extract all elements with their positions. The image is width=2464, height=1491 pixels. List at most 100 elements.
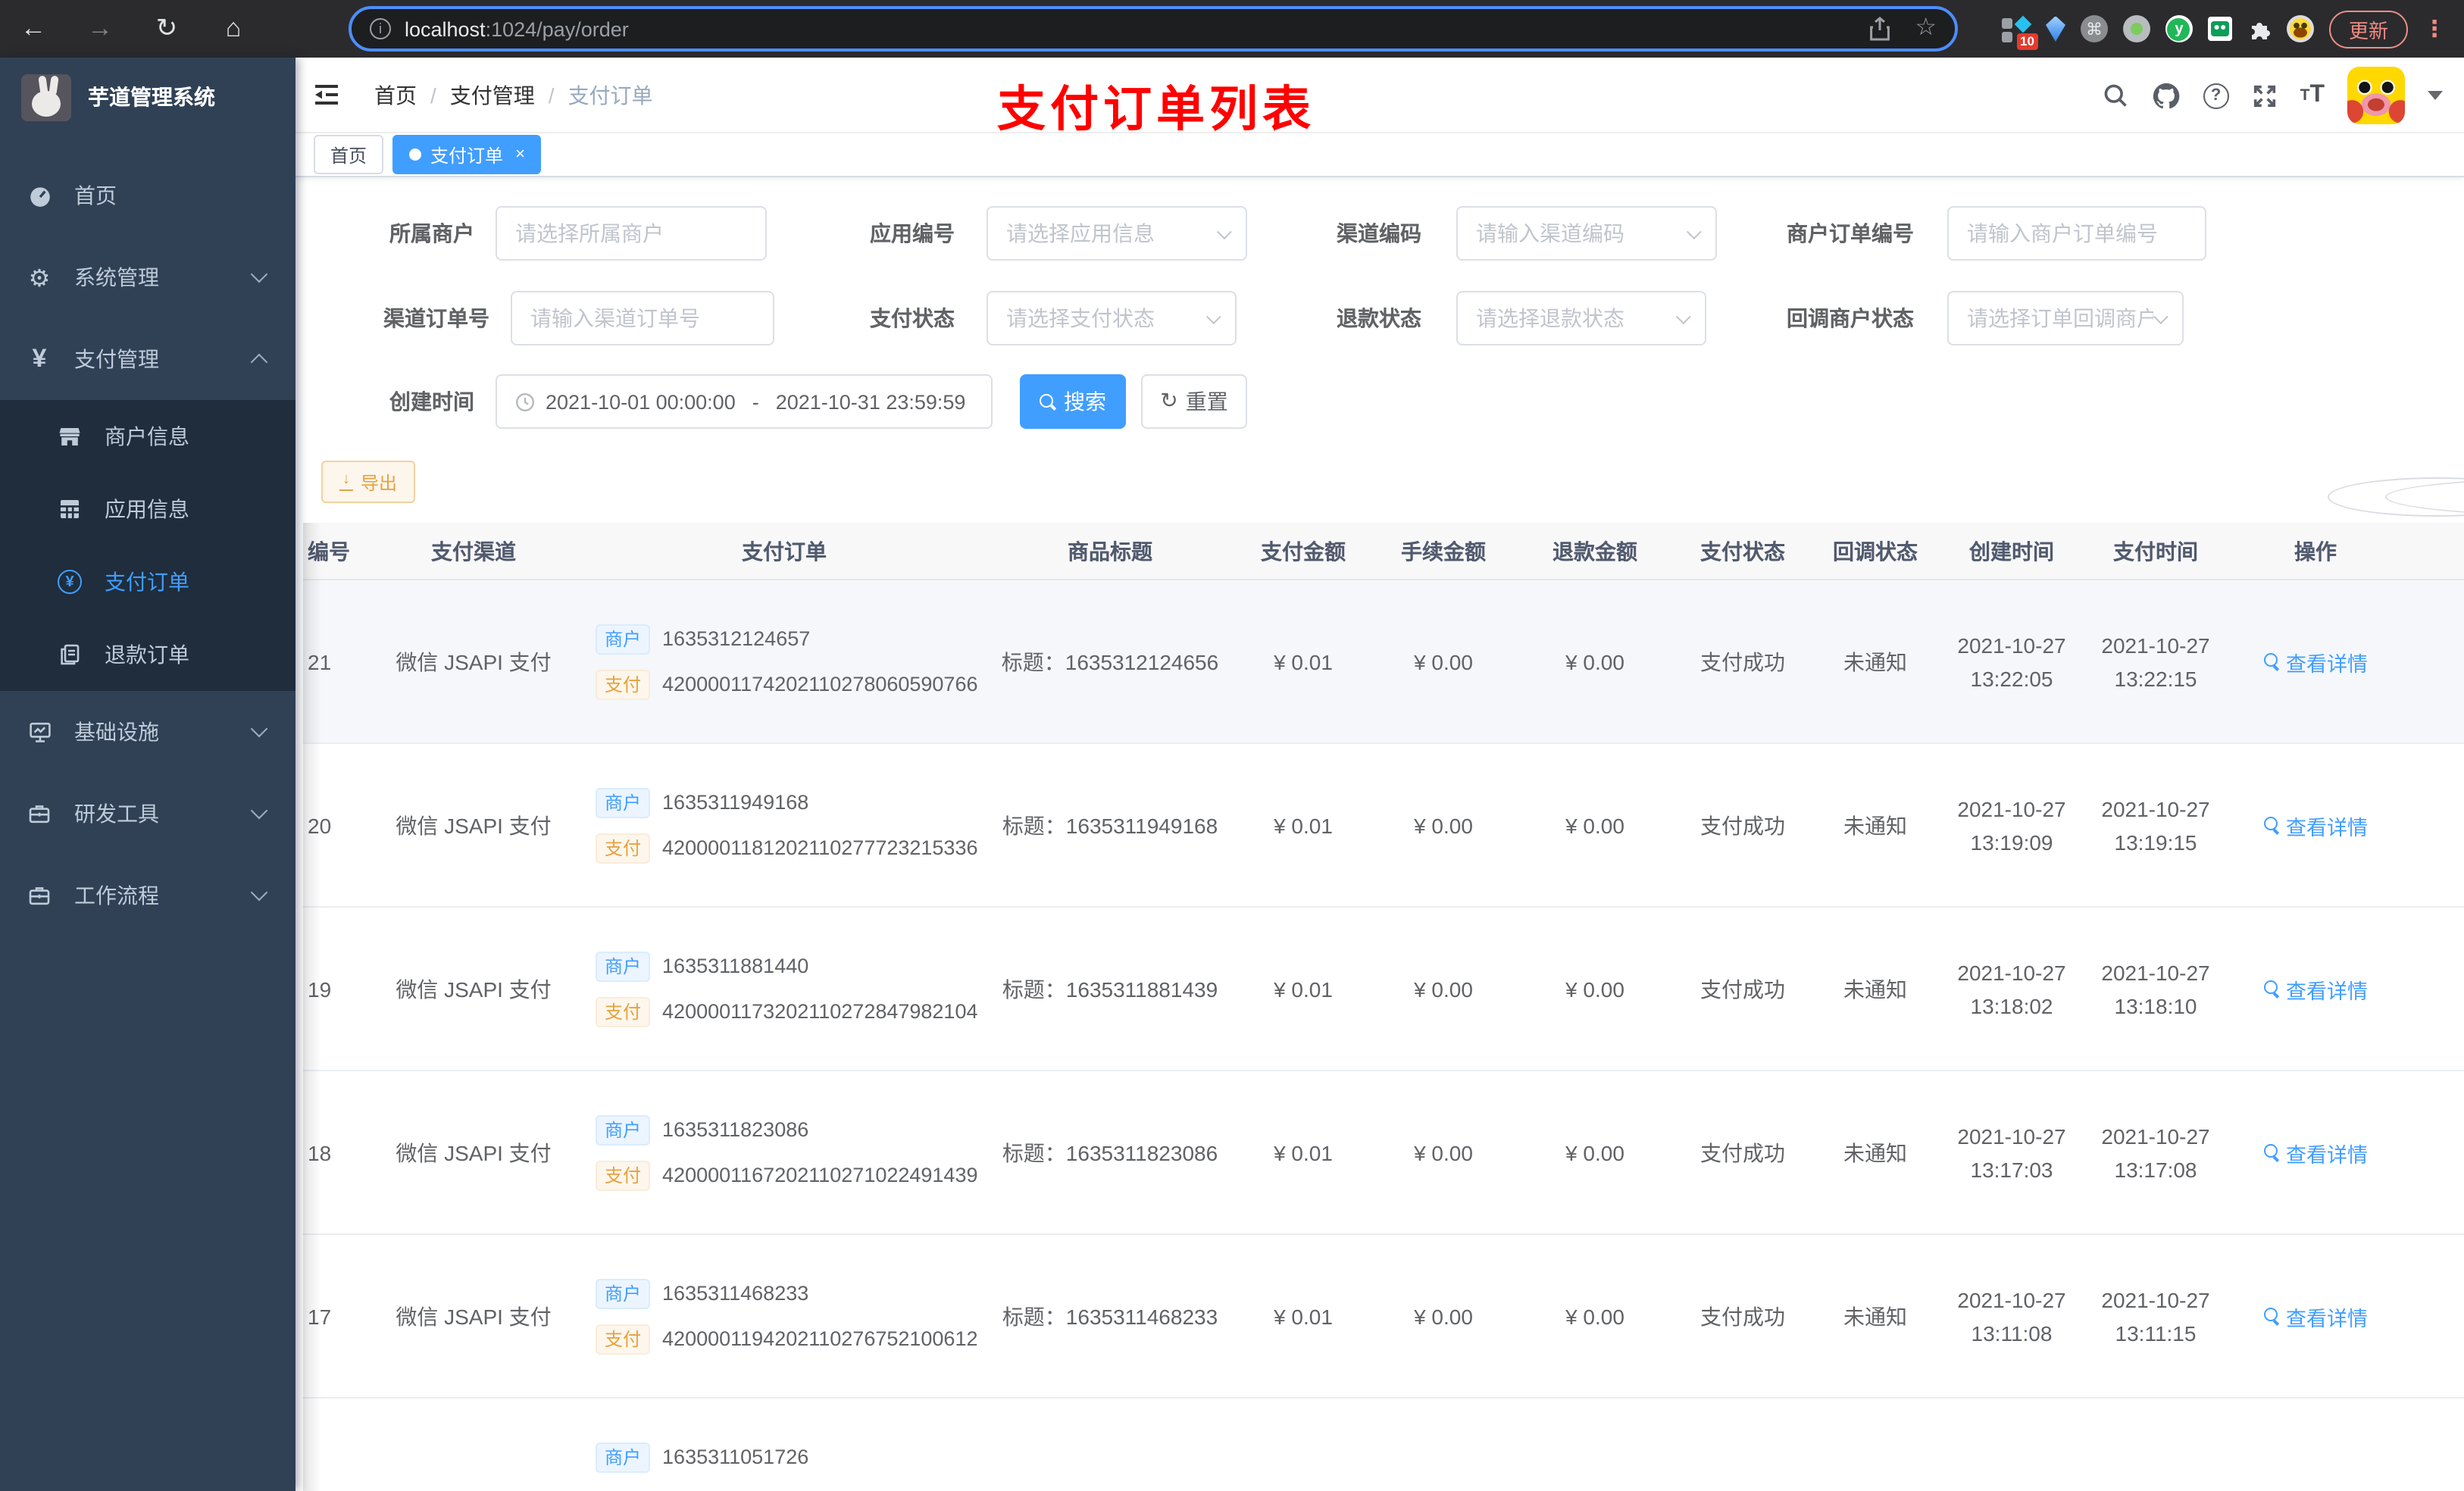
sidebar-item-payment[interactable]: ¥ 支付管理 [0, 318, 295, 400]
extension-command-icon[interactable]: ⌘ [2080, 15, 2108, 42]
app-logo-row[interactable]: 芋道管理系统 [0, 58, 295, 136]
view-detail-link[interactable]: 查看详情 [2263, 974, 2368, 1004]
share-icon[interactable] [1868, 17, 1890, 41]
tab-pay-order[interactable]: 支付订单 × [392, 135, 542, 174]
export-button[interactable]: ↓ 导出 [321, 461, 416, 503]
extensions-area: 10 ⌘ y ●● 更新 ⋮ [2001, 0, 2446, 58]
cell-fee: ¥ 0.00 [1414, 813, 1473, 837]
channel-order-no-input[interactable] [511, 291, 774, 345]
view-detail-link[interactable]: 查看详情 [2263, 1301, 2368, 1331]
browser-forward-icon[interactable]: → [79, 0, 121, 58]
magnifier-icon [2263, 817, 2280, 833]
sidebar-item-home[interactable]: 首页 [0, 155, 295, 236]
extension-chat-icon[interactable]: ●● [2207, 17, 2232, 41]
sidebar-item-workflow[interactable]: 工作流程 [0, 855, 295, 936]
cell-pay-status: 支付成功 [1700, 813, 1785, 837]
browser-home-icon[interactable]: ⌂ [212, 0, 255, 58]
sidebar-item-label: 应用信息 [105, 497, 189, 521]
filter-merchant-order-no: 商户订单编号 [1743, 206, 2206, 261]
sidebar-item-system[interactable]: ⚙ 系统管理 [0, 236, 295, 318]
github-icon[interactable] [2152, 81, 2181, 110]
sidebar-fold-icon[interactable] [314, 83, 339, 114]
view-detail-link[interactable]: 查看详情 [2263, 1137, 2368, 1167]
tab-home[interactable]: 首页 [314, 135, 384, 174]
extension-smiley-icon[interactable] [2286, 15, 2314, 42]
bookmark-star-icon[interactable]: ☆ [1915, 16, 1937, 41]
sidebar-item-dev-tools[interactable]: 研发工具 [0, 773, 295, 855]
chevron-icon [250, 802, 268, 820]
cell-amount: ¥ 0.01 [1274, 1140, 1333, 1164]
sidebar-item-infrastructure[interactable]: 基础设施 [0, 691, 295, 773]
merchant-order-no-input[interactable] [1947, 206, 2206, 261]
extensions-puzzle-icon[interactable] [2247, 17, 2272, 41]
cell-fee [1371, 1399, 1515, 1491]
create-time-range-input[interactable]: 2021-10-01 00:00:00 - 2021-10-31 23:59:5… [496, 374, 993, 429]
browser-menu-icon[interactable]: ⋮ [2423, 15, 2446, 42]
avatar[interactable] [2347, 67, 2405, 124]
merchant-tag: 商户 [596, 1114, 651, 1145]
address-bar[interactable]: i localhost:1024/pay/order ☆ [349, 6, 1958, 52]
sidebar-item-app-info[interactable]: 应用信息 [0, 473, 295, 545]
cell-channel [364, 1399, 583, 1491]
help-icon[interactable]: ? [2203, 83, 2229, 108]
sidebar-item-label: 研发工具 [74, 802, 159, 826]
cell-refund: ¥ 0.00 [1565, 649, 1624, 674]
cell-channel: 微信 JSAPI 支付 [396, 1304, 552, 1328]
font-size-icon[interactable]: TT [2300, 82, 2325, 109]
cell-notify-status: 未通知 [1843, 1304, 1907, 1328]
app-title: 芋道管理系统 [88, 85, 215, 109]
search-button[interactable]: 搜索 [1020, 374, 1126, 429]
cell-notify-status: 未通知 [1843, 977, 1907, 1001]
extension-y-icon[interactable]: y [2165, 15, 2193, 42]
merchant-tag: 商户 [596, 1442, 651, 1472]
chevron-down-icon [2153, 308, 2169, 324]
pay-status-select[interactable]: 请选择支付状态 [987, 291, 1237, 345]
breadcrumb-pay[interactable]: 支付管理 [450, 80, 535, 111]
extension-gem-icon[interactable] [2045, 16, 2065, 42]
magnifier-icon [2263, 1308, 2280, 1324]
cell-create-time: 2021-10-27 13:11:08 [1957, 1287, 2066, 1345]
channel-code-select[interactable]: 请输入渠道编码 [1456, 206, 1717, 261]
cell-id: 21 [308, 649, 332, 674]
reset-button[interactable]: ↻ 重置 [1141, 374, 1247, 429]
extension-record-icon[interactable] [2122, 15, 2150, 42]
sidebar-item-refund-order[interactable]: 退款订单 [0, 618, 295, 691]
page-content: 所属商户 应用编号 请选择应用信息 渠道编码 请输入渠道编码 商户订单编号 [303, 177, 2464, 1491]
close-icon[interactable]: × [515, 145, 525, 164]
cell-channel: 微信 JSAPI 支付 [396, 813, 552, 837]
cell-notify-status: 未通知 [1843, 1140, 1907, 1164]
cell-pay-order: 商户 1635311881440 支付 4200001173202110272847… [583, 908, 985, 1070]
sidebar-item-merchant-info[interactable]: 商户信息 [0, 400, 295, 473]
cell-amount: ¥ 0.01 [1274, 1304, 1333, 1328]
cell-actions: 查看详情 [2228, 1071, 2464, 1233]
merchant-input[interactable] [496, 206, 767, 261]
store-icon [56, 424, 83, 449]
cell-title: 标题：1635311881439 [1002, 977, 1218, 1001]
browser-update-button[interactable]: 更新 [2328, 10, 2408, 48]
cell-notify-status: 未通知 [1843, 649, 1907, 674]
notify-status-select[interactable]: 请选择订单回调商户状态 [1947, 291, 2184, 345]
cell-channel: 微信 JSAPI 支付 [396, 977, 552, 1001]
breadcrumb: 首页 / 支付管理 / 支付订单 [374, 58, 653, 133]
app-id-select[interactable]: 请选择应用信息 [987, 206, 1247, 261]
browser-reload-icon[interactable]: ↻ [145, 0, 188, 58]
cell-refund: ¥ 0.00 [1565, 977, 1624, 1001]
breadcrumb-home[interactable]: 首页 [374, 80, 417, 111]
table-row: 21 微信 JSAPI 支付 商户 1635312124657 支付 4200001… [303, 580, 2464, 744]
download-icon: ↓ [339, 472, 353, 491]
site-info-icon[interactable]: i [370, 18, 391, 39]
extension-grid-icon[interactable]: 10 [2001, 14, 2038, 49]
view-detail-link[interactable]: 查看详情 [2263, 810, 2368, 840]
table-row: 19 微信 JSAPI 支付 商户 1635311881440 支付 4200001… [303, 908, 2464, 1071]
monitor-icon [26, 720, 53, 744]
refund-status-select[interactable]: 请选择退款状态 [1456, 291, 1706, 345]
cell-fee: ¥ 0.00 [1414, 1304, 1473, 1328]
fullscreen-icon[interactable] [2252, 83, 2278, 108]
view-detail-link[interactable]: 查看详情 [2263, 646, 2368, 677]
browser-back-icon[interactable]: ← [12, 0, 55, 58]
merchant-tag: 商户 [596, 1278, 651, 1308]
chevron-down-icon[interactable] [2428, 91, 2443, 100]
gear-icon: ⚙ [28, 263, 51, 292]
search-icon[interactable] [2102, 82, 2129, 109]
sidebar-item-pay-order[interactable]: ¥ 支付订单 [0, 545, 295, 618]
